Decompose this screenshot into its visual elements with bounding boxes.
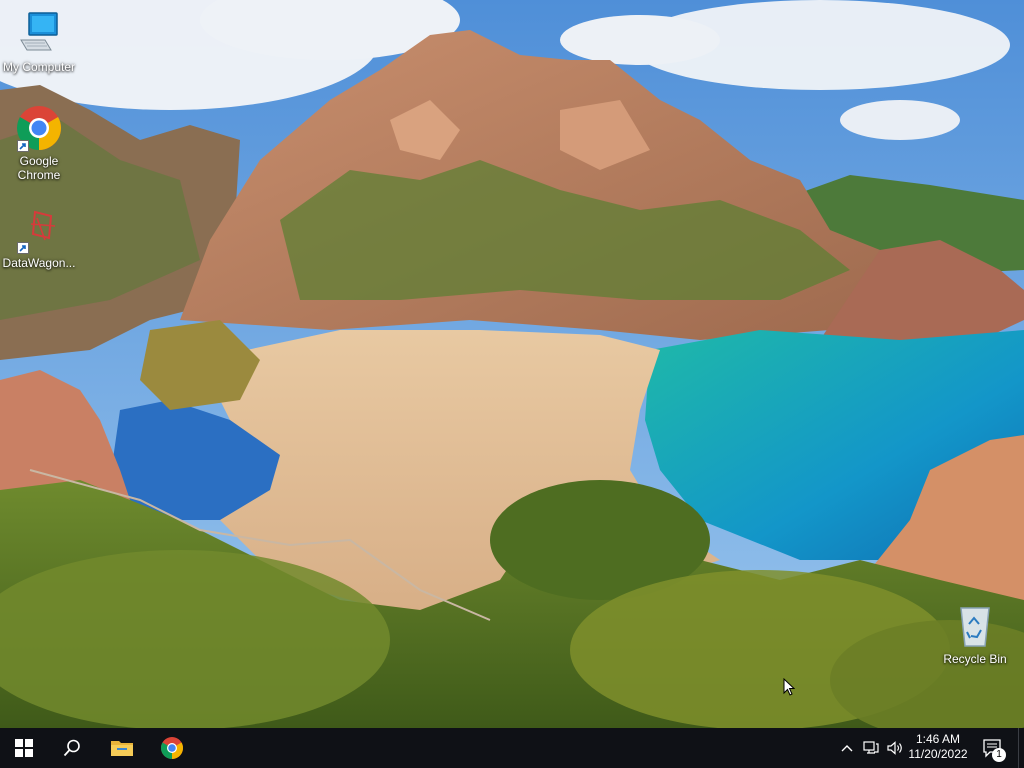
chrome-icon bbox=[161, 737, 183, 759]
folder-icon bbox=[111, 741, 133, 756]
network-icon bbox=[863, 741, 879, 754]
desktop-icon-google-chrome[interactable]: Google Chrome bbox=[1, 104, 77, 182]
action-center-button[interactable]: 1 bbox=[978, 728, 1008, 768]
network-button[interactable] bbox=[860, 728, 882, 768]
volume-button[interactable] bbox=[884, 728, 906, 768]
clock-button[interactable]: 1:46 AM 11/20/2022 bbox=[904, 728, 972, 768]
chrome-taskbar-button[interactable] bbox=[148, 728, 196, 768]
chrome-icon bbox=[15, 104, 63, 152]
clock-date: 11/20/2022 bbox=[908, 747, 968, 761]
start-button[interactable] bbox=[0, 728, 48, 768]
shortcut-arrow-icon bbox=[17, 242, 29, 254]
chevron-up-icon bbox=[841, 745, 853, 752]
file-explorer-button[interactable] bbox=[98, 728, 146, 768]
taskbar: 1:46 AM 11/20/2022 1 bbox=[0, 728, 1024, 768]
show-desktop-button[interactable] bbox=[1018, 728, 1024, 768]
datawagon-icon bbox=[15, 206, 63, 254]
desktop-icon-my-computer[interactable]: My Computer bbox=[1, 10, 77, 74]
desktop-icon-label: Recycle Bin bbox=[943, 652, 1007, 666]
search-button[interactable] bbox=[48, 728, 96, 768]
shortcut-arrow-icon bbox=[17, 140, 29, 152]
desktop-icon-datawagon[interactable]: DataWagon... bbox=[1, 206, 77, 270]
clock-time: 1:46 AM bbox=[915, 732, 961, 746]
desktop-wallpaper bbox=[0, 0, 1024, 728]
desktop-icon-label: Google Chrome bbox=[17, 154, 61, 182]
notification-count-badge: 1 bbox=[992, 748, 1006, 762]
desktop-icon-label: My Computer bbox=[2, 60, 76, 74]
recycle-bin-icon bbox=[951, 602, 999, 650]
desktop-icon-recycle-bin[interactable]: Recycle Bin bbox=[937, 602, 1013, 666]
speaker-icon bbox=[887, 741, 902, 755]
windows-logo-icon bbox=[15, 739, 33, 757]
computer-icon bbox=[15, 10, 63, 58]
show-hidden-icons-button[interactable] bbox=[838, 728, 856, 768]
desktop-icon-label: DataWagon... bbox=[2, 256, 76, 270]
mouse-cursor-icon bbox=[783, 678, 795, 696]
search-icon bbox=[63, 739, 80, 757]
